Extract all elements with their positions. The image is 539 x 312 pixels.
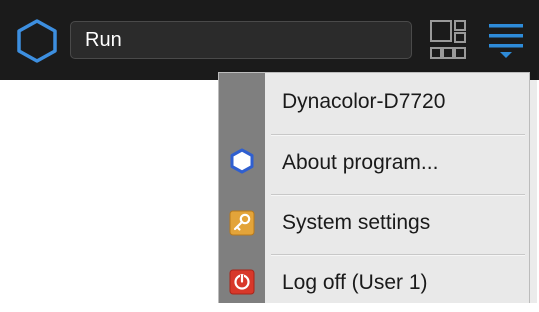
hexagon-icon	[230, 148, 254, 174]
menu-item-label: System settings	[282, 211, 431, 234]
key-icon	[229, 210, 255, 236]
top-bar: Run	[0, 0, 539, 80]
menu-item-label: About program...	[282, 151, 439, 174]
hamburger-menu-icon[interactable]	[486, 18, 526, 62]
menu-item-label: Log off (User 1)	[282, 271, 428, 294]
power-icon	[229, 269, 255, 295]
main-menu-dropdown: Dynacolor-D7720 About program... System …	[218, 72, 530, 303]
menu-item-about[interactable]: About program...	[265, 134, 529, 192]
menu-item-logoff[interactable]: Log off (User 1)	[265, 254, 529, 312]
hexagon-logo-icon[interactable]	[14, 18, 60, 64]
menu-item-label: Dynacolor-D7720	[282, 90, 446, 113]
run-input[interactable]: Run	[70, 21, 412, 59]
layout-grid-icon[interactable]	[430, 20, 466, 60]
menu-item-device[interactable]: Dynacolor-D7720	[265, 73, 529, 131]
menu-item-settings[interactable]: System settings	[265, 194, 529, 252]
